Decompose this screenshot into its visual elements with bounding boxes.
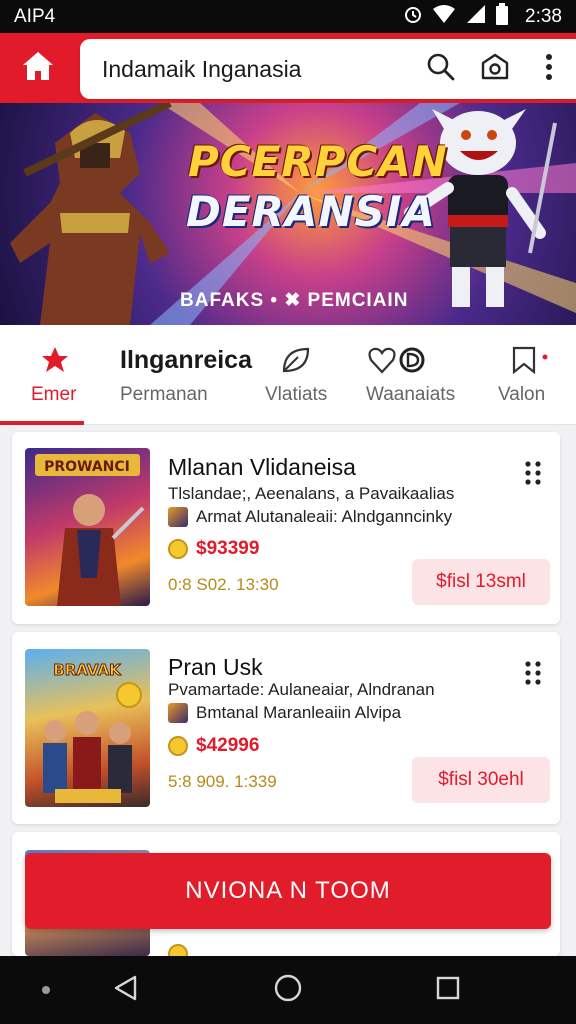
screen: AIP4 2:38 Indamaik Inganasia PCERPCAN DE…	[0, 0, 576, 1024]
buy-button[interactable]: $fisl 30ehl	[412, 757, 550, 803]
product-sold-info: 0:8 S02. 13:30	[168, 575, 279, 594]
camera-icon	[480, 52, 510, 87]
more-dots-icon	[523, 459, 543, 492]
back-triangle-icon	[113, 974, 139, 1007]
home-button[interactable]	[0, 33, 76, 103]
carrier-label: AIP4	[14, 5, 56, 27]
tab-active-indicator	[0, 421, 84, 425]
tab-emer[interactable]: Emer	[0, 325, 84, 425]
coin-icon	[168, 736, 188, 756]
battery-icon	[496, 2, 509, 31]
product-more-button[interactable]	[520, 460, 546, 490]
price-value: $93399	[196, 538, 260, 559]
game-logo-icon	[168, 703, 188, 723]
tab-permanan[interactable]: Permanan	[104, 325, 244, 425]
buy-button[interactable]: $fisl 13sml	[412, 559, 550, 605]
search-icon	[426, 52, 456, 87]
home-nav-button[interactable]	[268, 970, 308, 1010]
more-vertical-icon	[544, 52, 554, 87]
wifi-icon	[432, 4, 456, 30]
more-dots-icon	[523, 659, 543, 692]
thumbnail-title: BRAVAK	[53, 661, 122, 679]
search-bar[interactable]: Indamaik Inganasia	[80, 39, 576, 99]
banner-subtitle: BAFAKS • ✖ PEMCIAIN	[180, 290, 409, 311]
product-card[interactable]: PROWANCI Mlanan Vlidaneisa Tlslandae;, A…	[12, 432, 560, 624]
product-sold-info: 5:8 909. 1:339	[168, 772, 277, 791]
tab-valon[interactable]: Valon	[488, 325, 574, 425]
header-title: Indamaik Inganasia	[102, 55, 302, 82]
product-thumbnail: PROWANCI	[25, 448, 150, 606]
game-logo-icon	[168, 507, 188, 527]
leaf-icon	[280, 345, 312, 380]
home-icon	[20, 49, 56, 88]
product-card[interactable]: BRAVAK Pran Usk Pvamartade: Aulaneaiar, …	[12, 632, 560, 824]
tab-waanaiats[interactable]: Waanaiats	[358, 325, 468, 425]
nav-dot	[26, 970, 66, 1010]
warrior-character	[10, 103, 172, 325]
bookmark-icon	[510, 345, 550, 380]
product-meta-text: Armat Alutanaleaii: Alndganncinky	[196, 507, 453, 526]
home-circle-icon	[273, 973, 303, 1008]
tab-label: Permanan	[120, 384, 208, 405]
tab-label: Valon	[498, 384, 546, 405]
recents-button[interactable]	[428, 970, 468, 1010]
product-price: $42996	[168, 735, 259, 757]
status-icons: 2:38	[403, 2, 562, 31]
primary-cta-button[interactable]: NVIONA N TOOM	[25, 853, 551, 929]
recents-square-icon	[435, 975, 461, 1006]
promo-banner[interactable]: PCERPCAN DERANSIA BAFAKS • ✖ PEMCIAIN	[0, 103, 576, 325]
product-name: Mlanan Vlidaneisa	[168, 454, 356, 480]
search-button[interactable]	[414, 42, 468, 96]
coin-icon	[168, 539, 188, 559]
product-meta-line1: Tlslandae;, Aeenalans, a Pavaikaalias	[168, 484, 455, 503]
product-meta-line2: Armat Alutanaleaii: Alndganncinky	[168, 507, 452, 527]
banner-title-line1: PCERPCAN	[188, 137, 448, 186]
camera-button[interactable]	[468, 42, 522, 96]
tab-vlatiats[interactable]: Vlatiats	[258, 325, 338, 425]
tab-label: Emer	[31, 384, 77, 405]
product-more-button[interactable]	[520, 660, 546, 690]
product-name: Pran Usk	[168, 654, 263, 680]
more-menu-button[interactable]	[522, 42, 576, 96]
star-icon	[40, 345, 70, 380]
clock: 2:38	[525, 5, 562, 27]
alarm-icon	[403, 4, 423, 30]
price-value: $42996	[196, 735, 260, 756]
product-meta-line2: Bmtanal Maranleaiin Alvipa	[168, 703, 401, 723]
product-meta-text: Bmtanal Maranleaiin Alvipa	[196, 703, 402, 722]
system-nav-bar	[0, 956, 576, 1024]
signal-icon	[465, 4, 487, 30]
status-bar: AIP4 2:38	[0, 0, 576, 33]
category-tabs: Emer Ilnganreica Permanan Vlatiats Waana…	[0, 325, 576, 425]
product-thumbnail: BRAVAK	[25, 649, 150, 807]
tab-label: Vlatiats	[265, 384, 328, 405]
product-meta-line1: Pvamartade: Aulaneaiar, Alndranan	[168, 680, 435, 699]
thumbnail-title: PROWANCI	[44, 459, 130, 475]
banner-title-line2: DERANSIA	[186, 187, 436, 236]
back-button[interactable]	[106, 970, 146, 1010]
tab-label: Waanaiats	[366, 384, 456, 405]
product-price: $93399	[168, 538, 259, 560]
app-bar: Indamaik Inganasia	[0, 33, 576, 103]
heart-icon	[368, 345, 434, 380]
